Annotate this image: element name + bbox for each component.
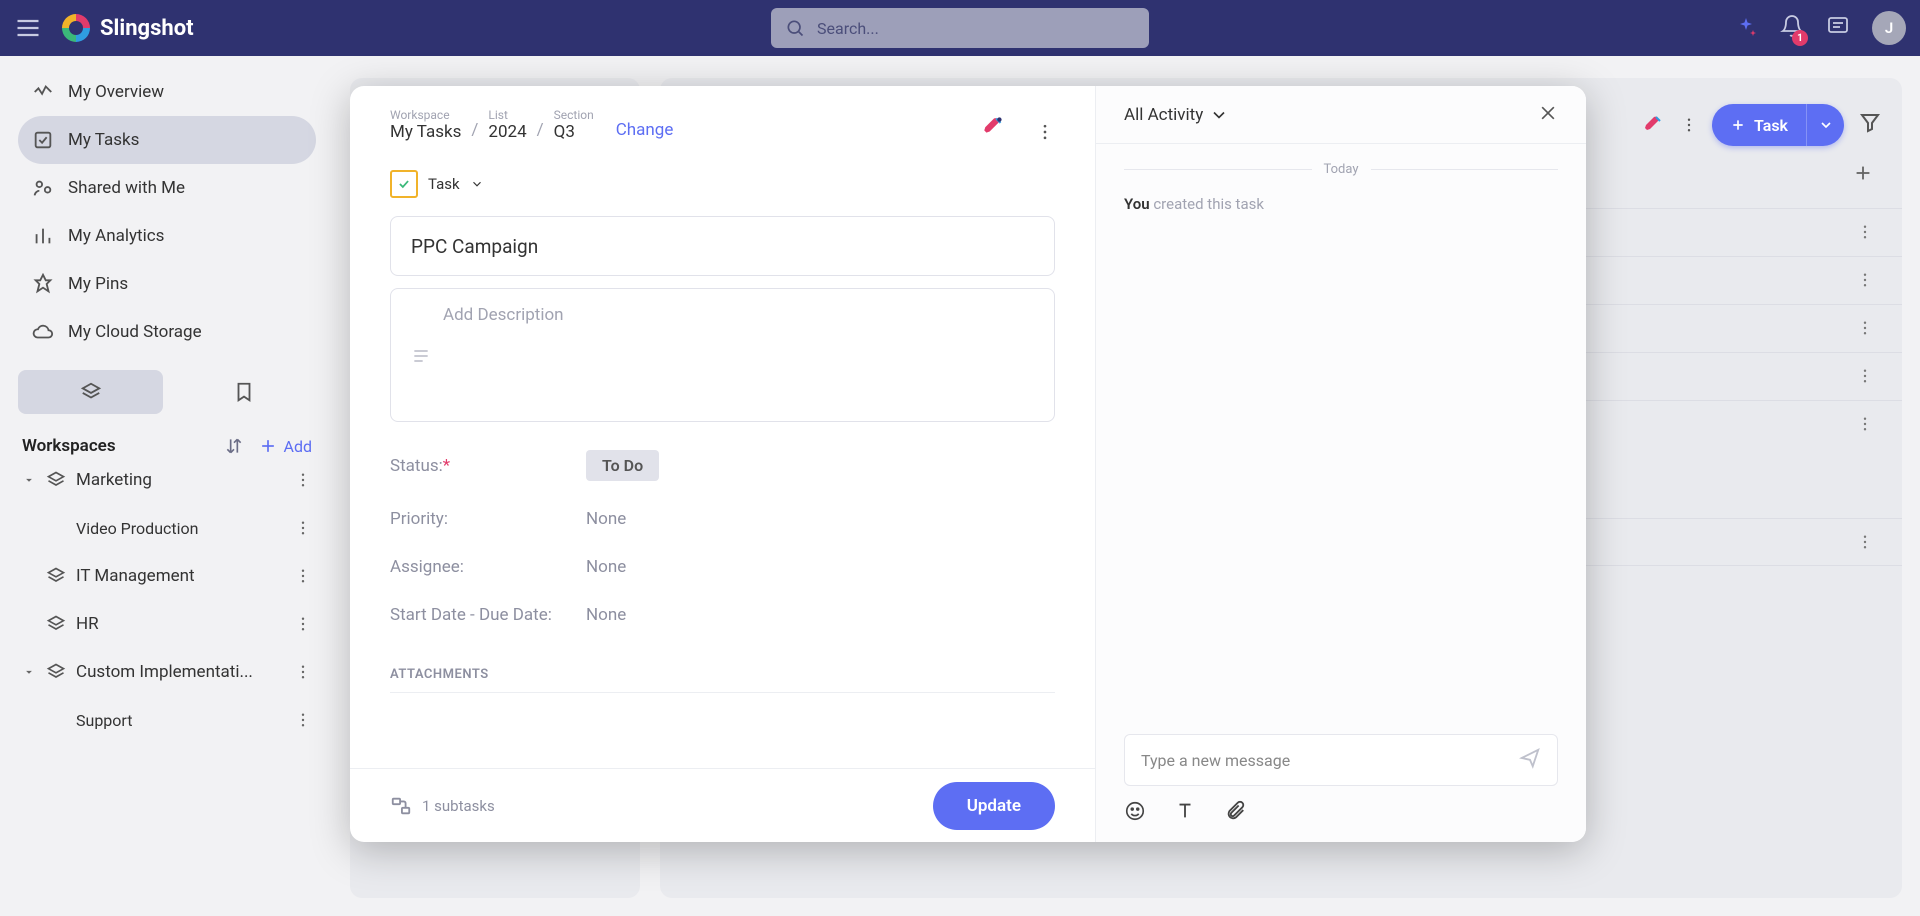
crumb-change-link[interactable]: Change [616, 120, 674, 142]
rocket-icon[interactable] [981, 112, 1007, 142]
chevron-down-icon [470, 177, 484, 191]
priority-value[interactable]: None [586, 509, 626, 529]
crumb-workspace-label: Workspace [390, 108, 461, 122]
activity-entry: You created this task [1124, 195, 1558, 213]
activity-title: All Activity [1124, 105, 1203, 125]
task-description-input[interactable] [443, 305, 1034, 405]
send-button[interactable] [1519, 747, 1541, 773]
message-input[interactable] [1141, 751, 1519, 770]
dates-value[interactable]: None [586, 605, 626, 625]
activity-filter[interactable]: All Activity [1124, 105, 1229, 125]
send-icon [1519, 747, 1541, 769]
task-modal: Workspace My Tasks / List 2024 / Section… [350, 86, 1586, 842]
close-button[interactable] [1538, 103, 1558, 127]
task-title-input[interactable] [390, 216, 1055, 276]
crumb-section-value[interactable]: Q3 [554, 122, 594, 142]
task-more-icon[interactable] [1035, 122, 1055, 142]
subtasks-indicator[interactable]: 1 subtasks [390, 795, 495, 817]
activity-date-divider: Today [1124, 162, 1558, 177]
chevron-down-icon [1209, 105, 1229, 125]
update-button[interactable]: Update [933, 782, 1055, 830]
task-type-icon [390, 170, 418, 198]
subtasks-count: 1 subtasks [422, 797, 495, 815]
emoji-icon[interactable] [1124, 800, 1146, 822]
assignee-label: Assignee: [390, 557, 586, 577]
text-format-icon[interactable] [1174, 800, 1196, 822]
task-type-label: Task [428, 175, 460, 193]
attachments-heading: ATTACHMENTS [390, 667, 1055, 693]
assignee-value[interactable]: None [586, 557, 626, 577]
crumb-list-value[interactable]: 2024 [488, 122, 526, 142]
status-label: Status:* [390, 456, 586, 476]
attachment-icon[interactable] [1224, 800, 1246, 822]
crumb-list-label: List [488, 108, 526, 122]
priority-label: Priority: [390, 509, 586, 529]
subtasks-icon [390, 795, 412, 817]
status-value[interactable]: To Do [586, 450, 659, 481]
description-icon [411, 307, 431, 405]
crumb-section-label: Section [554, 108, 594, 122]
task-type-selector[interactable]: Task [390, 170, 1055, 198]
close-icon [1538, 103, 1558, 123]
dates-label: Start Date - Due Date: [390, 605, 586, 625]
crumb-workspace-value[interactable]: My Tasks [390, 122, 461, 142]
